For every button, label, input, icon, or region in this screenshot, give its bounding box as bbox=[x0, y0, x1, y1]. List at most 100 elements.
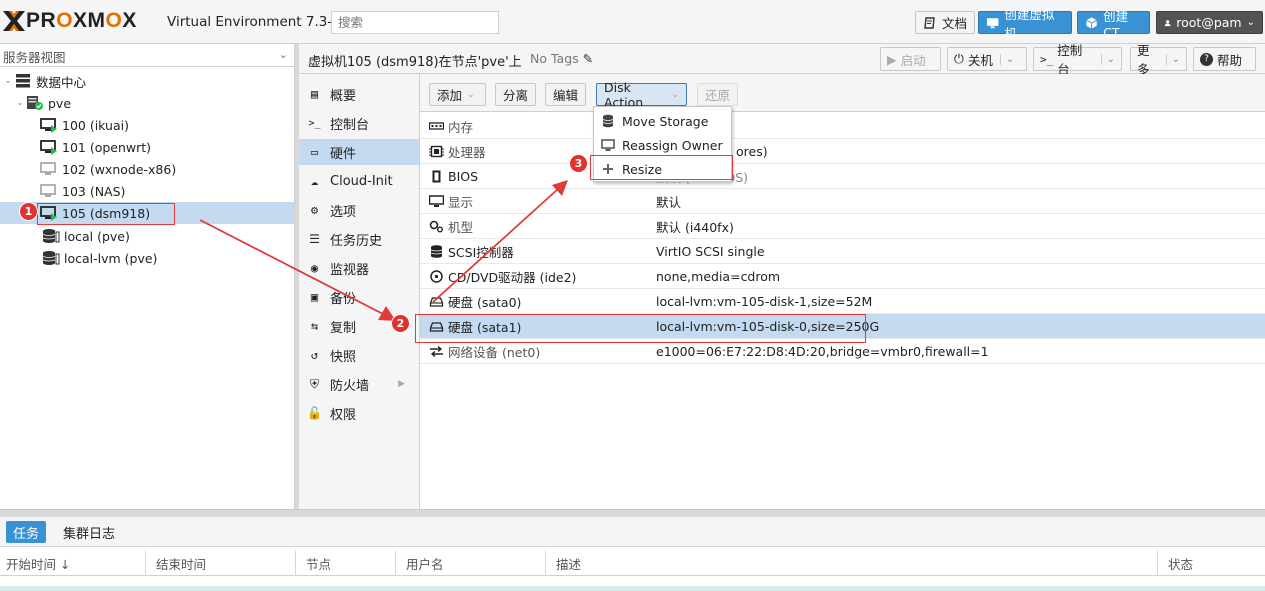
hardware-row-bios[interactable]: BIOS 默认 (SeaBIOS) bbox=[420, 164, 1265, 189]
book-icon bbox=[924, 16, 935, 29]
plus-icon bbox=[603, 164, 613, 174]
hardware-row-network[interactable]: 网络设备 (net0) e1000=06:E7:22:D8:4D:20,brid… bbox=[420, 339, 1265, 364]
create-ct-button[interactable]: 创建CT bbox=[1077, 9, 1150, 40]
tab-cluster-log[interactable]: 集群日志 bbox=[56, 521, 122, 543]
hardware-row-disk-sata1[interactable]: 硬盘 (sata1) local-lvm:vm-105-disk-0,size=… bbox=[420, 314, 1265, 339]
menu-item-snapshots[interactable]: ↺ 快照 bbox=[299, 342, 419, 368]
column-label: 结束时间 bbox=[156, 556, 207, 572]
hardware-key: 网络设备 (net0) bbox=[448, 344, 541, 360]
network-icon bbox=[429, 345, 443, 357]
shutdown-button[interactable]: ⏻ 关机 ⌄ bbox=[947, 47, 1027, 71]
tree-item-storage-local[interactable]: local (pve) bbox=[0, 225, 294, 247]
help-icon: ? bbox=[1200, 52, 1213, 66]
user-menu-button[interactable]: root@pam ⌄ bbox=[1156, 11, 1263, 34]
tree-item-datacenter[interactable]: ⌄ 数据中心 bbox=[0, 70, 294, 92]
content-titlebar: 虚拟机105 (dsm918)在节点'pve'上 No Tags ✎ ▶ 启动 … bbox=[299, 43, 1265, 77]
chevron-down-icon[interactable]: ⌄ bbox=[1100, 53, 1115, 65]
hardware-value: 默认 bbox=[656, 194, 682, 210]
hardware-value: e1000=06:E7:22:D8:4D:20,bridge=vmbr0,fir… bbox=[656, 343, 989, 359]
tree-item-vm-103[interactable]: 103 (NAS) bbox=[0, 180, 294, 202]
menu-item-label: 快照 bbox=[330, 349, 357, 365]
collapse-toggle-icon: ⌄ bbox=[16, 98, 24, 108]
hardware-value: VirtIO SCSI single bbox=[656, 243, 765, 259]
menu-item-label: Move Storage bbox=[622, 113, 709, 129]
menu-item-resize[interactable]: Resize bbox=[594, 157, 731, 181]
hardware-row-disk-sata0[interactable]: 硬盘 (sata0) local-lvm:vm-105-disk-1,size=… bbox=[420, 289, 1265, 314]
menu-item-move-storage[interactable]: Move Storage bbox=[594, 109, 731, 133]
detach-button[interactable]: 分离 bbox=[495, 83, 536, 106]
menu-item-monitor[interactable]: ◉ 监视器 bbox=[299, 255, 419, 281]
tree-item-vm-101[interactable]: 101 (openwrt) bbox=[0, 136, 294, 158]
menu-item-options[interactable]: ⚙ 选项 bbox=[299, 197, 419, 223]
vm-stopped-icon bbox=[40, 162, 56, 175]
menu-item-task-history[interactable]: ☰ 任务历史 bbox=[299, 226, 419, 252]
desktop-icon bbox=[601, 139, 615, 151]
tree-item-node-pve[interactable]: ⌄ pve bbox=[0, 92, 294, 114]
menu-item-backup[interactable]: ▣ 备份 bbox=[299, 284, 419, 310]
menu-item-firewall[interactable]: ⛨ 防火墙 ▶ bbox=[299, 371, 419, 397]
proxmox-logo: PROXMOX bbox=[2, 9, 137, 33]
menu-item-permissions[interactable]: 🔓 权限 bbox=[299, 400, 419, 426]
column-header-start-time[interactable]: 开始时间 ↓ bbox=[0, 550, 146, 576]
menu-item-label: 硬件 bbox=[330, 146, 357, 162]
task-table-header: 开始时间 ↓ 结束时间 节点 用户名 描述 状态 bbox=[0, 550, 1265, 576]
hardware-row-scsi[interactable]: SCSI控制器 VirtIO SCSI single bbox=[420, 239, 1265, 264]
disk-action-button[interactable]: Disk Action ⌄ bbox=[596, 80, 687, 110]
docs-button[interactable]: 文档 bbox=[915, 11, 976, 34]
edit-button[interactable]: 编辑 bbox=[545, 83, 586, 106]
column-header-description[interactable]: 描述 bbox=[550, 550, 1158, 576]
column-header-status[interactable]: 状态 bbox=[1162, 550, 1265, 576]
detach-label: 分离 bbox=[503, 88, 529, 103]
chevron-down-icon[interactable]: ⌄ bbox=[999, 53, 1014, 65]
more-label: 更多 bbox=[1137, 43, 1150, 77]
annotation-badge-3: 3 bbox=[570, 155, 587, 172]
machine-icon bbox=[429, 220, 443, 232]
hardware-row-machine[interactable]: 机型 默认 (i440fx) bbox=[420, 214, 1265, 239]
hdd-icon bbox=[429, 296, 443, 307]
terminal-icon: >_ bbox=[1040, 52, 1054, 66]
column-header-user[interactable]: 用户名 bbox=[400, 550, 546, 576]
help-button[interactable]: ? 帮助 bbox=[1193, 47, 1256, 71]
column-header-end-time[interactable]: 结束时间 bbox=[150, 550, 296, 576]
hardware-row-cpu[interactable]: 处理器 ores) bbox=[420, 139, 1265, 164]
tree-item-vm-100[interactable]: 100 (ikuai) bbox=[0, 114, 294, 136]
hardware-row-display[interactable]: 显示 默认 bbox=[420, 189, 1265, 214]
proxmox-x-logo-icon bbox=[3, 11, 25, 31]
revert-button[interactable]: 还原 bbox=[697, 83, 738, 106]
brand-wordmark: PROXMOX bbox=[26, 9, 137, 32]
hardware-key: 硬盘 (sata0) bbox=[448, 294, 522, 310]
play-icon: ▶ bbox=[887, 51, 897, 67]
hardware-row-cdrom[interactable]: CD/DVD驱动器 (ide2) none,media=cdrom bbox=[420, 264, 1265, 289]
hardware-panel: 添加 ⌄ 分离 编辑 Disk Action ⌄ 还原 内存 处理器 ores)… bbox=[420, 74, 1265, 509]
console-button[interactable]: >_ 控制台 ⌄ bbox=[1033, 43, 1122, 77]
start-button[interactable]: ▶ 启动 bbox=[880, 47, 941, 71]
chevron-down-icon: ⌄ bbox=[671, 89, 679, 100]
tree-item-storage-local-lvm[interactable]: local-lvm (pve) bbox=[0, 247, 294, 269]
create-vm-button[interactable]: 创建虚拟机 bbox=[978, 7, 1072, 41]
menu-item-cloud-init[interactable]: ☁ Cloud-Init bbox=[299, 168, 419, 194]
add-button[interactable]: 添加 ⌄ bbox=[429, 83, 486, 106]
column-header-node[interactable]: 节点 bbox=[300, 550, 396, 576]
hardware-row-memory[interactable]: 内存 bbox=[420, 114, 1265, 139]
hardware-key: 硬盘 (sata1) bbox=[448, 319, 522, 335]
pencil-icon: ✎ bbox=[582, 51, 594, 66]
console-icon: >_ bbox=[308, 117, 321, 129]
menu-item-reassign-owner[interactable]: Reassign Owner bbox=[594, 133, 731, 157]
tags-editor[interactable]: No Tags ✎ bbox=[530, 51, 593, 66]
tree-item-vm-102[interactable]: 102 (wxnode-x86) bbox=[0, 158, 294, 180]
menu-item-summary[interactable]: ▤ 概要 bbox=[299, 81, 419, 107]
tree-item-vm-105[interactable]: 105 (dsm918) bbox=[0, 202, 294, 224]
help-label: 帮助 bbox=[1217, 52, 1243, 68]
bios-icon bbox=[432, 170, 440, 182]
horizontal-splitter[interactable] bbox=[0, 509, 1265, 517]
menu-item-console[interactable]: >_ 控制台 bbox=[299, 110, 419, 136]
create-vm-label: 创建虚拟机 bbox=[1004, 6, 1055, 41]
view-selector[interactable]: 服务器视图 ⌄ bbox=[0, 44, 294, 67]
more-button[interactable]: 更多 ⌄ bbox=[1130, 43, 1187, 77]
search-input[interactable] bbox=[331, 11, 499, 34]
storage-icon bbox=[42, 251, 60, 265]
menu-item-hardware[interactable]: ▭ 硬件 bbox=[299, 139, 419, 165]
tab-tasks[interactable]: 任务 bbox=[6, 521, 47, 543]
hardware-key: SCSI控制器 bbox=[448, 244, 514, 260]
view-selector-label: 服务器视图 bbox=[3, 50, 66, 65]
